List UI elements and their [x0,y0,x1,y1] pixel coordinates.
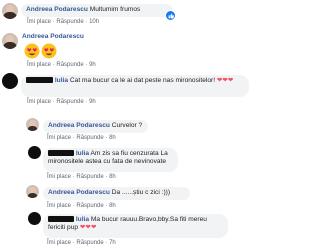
timestamp[interactable]: 7h [109,240,116,246]
comment-text: Cat ma bucur ca le ai dat peste nas miro… [69,77,216,84]
comment-bubble: Andreea Podarescu Curvelor ? [43,120,148,133]
avatar[interactable] [2,3,18,19]
timestamp[interactable]: 9h [89,99,96,105]
comment-author[interactable]: Andreea Podarescu [48,189,110,196]
comment-bubble: Iulia Am zis sa fiu cenzurata La mironos… [43,148,178,172]
reply-link[interactable]: Răspunde [56,99,83,105]
comment-bubble: Iulia Cat ma bucur ca le ai dat peste na… [21,75,249,97]
comment-author[interactable]: Andreea Podarescu [26,6,88,13]
comment-bubble: Iulia Ma bucur rauuu.Bravo,bby.Sa fiti m… [43,214,228,238]
like-link[interactable]: Îmi place [47,174,71,180]
heart-icon: ❤❤❤ [79,224,97,231]
heart-icon: ❤❤❤ [216,77,234,84]
like-link[interactable]: Îmi place [27,62,51,68]
comment-bubble: Andreea Podarescu Multumim frumos [21,4,173,17]
avatar[interactable] [2,33,18,49]
redacted-name [48,216,74,222]
avatar[interactable] [2,73,18,89]
comment-actions: Îmi place · Răspunde · 8h [47,174,116,180]
comment-author[interactable]: Iulia [76,216,89,223]
timestamp[interactable]: 10h [89,19,99,25]
reply-link[interactable]: Răspunde [56,62,83,68]
comment-actions: Îmi place · Răspunde · 7h [47,240,116,246]
like-link[interactable]: Îmi place [47,240,71,246]
timestamp[interactable]: 8h [109,203,116,209]
avatar[interactable] [26,118,39,131]
comment-actions: Îmi place · Răspunde · 8h [47,203,116,209]
comment-actions: Îmi place · Răspunde · 8h [47,135,116,141]
reply-link[interactable]: Răspunde [56,19,83,25]
heart-eyes-emoji-icon [41,43,57,59]
reply-link[interactable]: Răspunde [76,203,103,209]
comment-bubble: Andreea Podarescu Da ......știu c zici :… [43,187,190,200]
comment-author[interactable]: Iulia [55,77,68,84]
comment-actions: Îmi place · Răspunde · 9h [27,99,96,105]
avatar[interactable] [26,185,39,198]
reply-link[interactable]: Răspunde [76,135,103,141]
like-link[interactable]: Îmi place [27,19,51,25]
reply-link[interactable]: Răspunde [76,240,103,246]
like-link[interactable]: Îmi place [47,135,71,141]
comment-text: Da ......știu c zici :))) [111,189,171,196]
like-link[interactable]: Îmi place [47,203,71,209]
timestamp[interactable]: 9h [89,62,96,68]
comment-author[interactable]: Andreea Podarescu [22,33,84,40]
comment-actions: Îmi place · Răspunde · 9h [27,62,96,68]
redacted-name [48,150,74,156]
avatar[interactable] [28,212,41,225]
reply-link[interactable]: Răspunde [76,174,103,180]
timestamp[interactable]: 8h [109,174,116,180]
comment-text: Multumim frumos [89,6,141,13]
heart-eyes-emoji-icon [24,43,40,59]
redacted-name [26,77,53,83]
comment-author[interactable]: Andreea Podarescu [48,122,110,129]
timestamp[interactable]: 8h [109,135,116,141]
comment-text: Curvelor ? [111,122,143,129]
comment-author[interactable]: Iulia [76,150,89,157]
like-reaction-icon[interactable] [165,10,176,21]
avatar[interactable] [28,146,41,159]
like-link[interactable]: Îmi place [27,99,51,105]
comment-actions: Îmi place · Răspunde · 10h [27,19,100,25]
